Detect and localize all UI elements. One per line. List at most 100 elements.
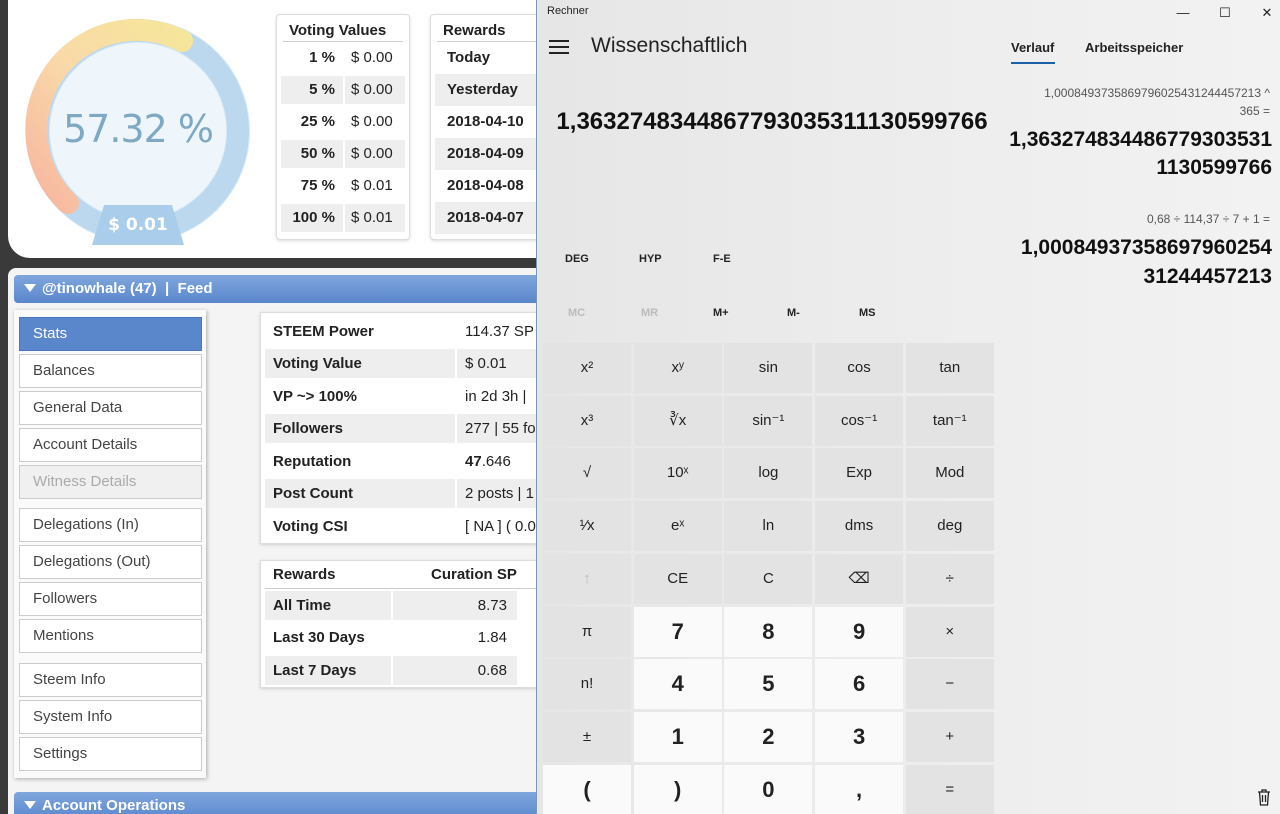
memory-subtract-button[interactable]: M- [787,307,800,319]
sidebar-item-steem-info[interactable]: Steem Info [19,663,202,697]
tab-memory[interactable]: Arbeitsspeicher [1085,40,1183,55]
history-result[interactable]: 1,363274834486779303531 [1009,126,1272,154]
cube-button[interactable]: x³ [543,395,631,446]
dms-button[interactable]: dms [815,501,904,552]
digit-5-button[interactable]: 5 [724,659,813,710]
account-operations-label[interactable]: Account Operations [42,797,185,814]
table-row: VP ~> 100% in 2d 3h | [265,380,540,413]
vote-value: $ 0.00 [351,113,393,130]
title-bar[interactable]: Rechner — ☐ ✕ [537,0,1280,26]
digit-9-button[interactable]: 9 [815,606,904,657]
plus-minus-button[interactable]: ± [543,711,631,762]
table-row: Post Count 2 posts | 1 [265,478,540,511]
arcsin-button[interactable]: sin⁻¹ [724,395,813,446]
sin-button[interactable]: sin [724,343,813,393]
digit-2-button[interactable]: 2 [724,711,813,762]
digit-4-button[interactable]: 4 [633,659,722,710]
memory-clear-button: MC [568,307,586,319]
account-operations-bar[interactable]: Account Operations [14,792,540,814]
close-button[interactable]: ✕ [1245,0,1280,26]
history-result[interactable]: 1,00084937358697960254 [1021,234,1272,262]
factorial-button[interactable]: n! [543,659,631,710]
sidebar-item-followers[interactable]: Followers [19,582,202,616]
sidebar-item-witness-details[interactable]: Witness Details [19,465,202,499]
mode-button-f-e[interactable]: F-E [713,253,731,265]
memory-store-button[interactable]: MS [859,307,876,319]
table-row: Voting CSI [ NA ] ( 0.0 [265,510,540,543]
stat-label: VP ~> 100% [273,387,357,405]
equals-button[interactable]: = [905,764,994,814]
pi-button[interactable]: π [543,606,631,657]
minus-button[interactable]: − [905,659,994,710]
sidebar-item-system-info[interactable]: System Info [19,700,202,734]
cos-button[interactable]: cos [815,343,904,393]
arctan-button[interactable]: tan⁻¹ [905,395,994,446]
digit-3-button[interactable]: 3 [815,711,904,762]
tan-button[interactable]: tan [905,343,994,393]
feed-user[interactable]: @tinowhale (47) [42,280,157,297]
mode-button-hyp[interactable]: HYP [639,253,662,265]
shift-up-button[interactable]: ↑ [543,553,631,604]
digit-0-button[interactable]: 0 [724,764,813,814]
trash-icon[interactable] [1256,788,1272,806]
calculator-mode-title: Wissenschaftlich [591,34,748,57]
sidebar-item-delegations-in[interactable]: Delegations (In) [19,508,202,542]
exp-button[interactable]: Exp [815,448,904,499]
digit-7-button[interactable]: 7 [633,606,722,657]
memory-add-button[interactable]: M+ [713,307,729,319]
history-expression[interactable]: 0,68 ÷ 114,37 ÷ 7 + 1 = [1147,212,1270,226]
tab-history[interactable]: Verlauf [1011,40,1055,64]
table-row: 25 % $ 0.00 [281,106,405,138]
ln-button[interactable]: ln [724,501,813,552]
plus-button[interactable]: + [905,711,994,762]
ten-power-button[interactable]: 10ˣ [633,448,722,499]
clear-button[interactable]: C [724,553,813,604]
clear-entry-button[interactable]: CE [633,553,722,604]
history-expression[interactable]: 365 = [1240,104,1270,118]
sidebar-item-balances[interactable]: Balances [19,354,202,388]
sidebar-item-settings[interactable]: Settings [19,737,202,771]
open-paren-button[interactable]: ( [543,764,631,814]
history-result[interactable]: 1130599766 [1156,154,1272,182]
multiply-button[interactable]: × [905,606,994,657]
table-row: 5 % $ 0.00 [281,74,405,106]
sidebar-item-account-details[interactable]: Account Details [19,428,202,462]
cube-root-button[interactable]: ∛x [633,395,722,446]
backspace-button[interactable]: ⌫ [815,553,904,604]
decimal-button[interactable]: , [815,764,904,814]
digit-8-button[interactable]: 8 [724,606,813,657]
feed-bar[interactable]: @tinowhale (47) | Feed [14,275,540,303]
divide-button[interactable]: ÷ [905,553,994,604]
stat-value: in 2d 3h | [465,387,527,405]
power-button[interactable]: xʸ [633,343,722,393]
square-button[interactable]: x² [543,343,631,393]
history-result[interactable]: 31244457213 [1144,263,1272,291]
history-expression[interactable]: 1,0008493735869796025431244457213 ^ [1044,86,1270,100]
sidebar-item-mentions[interactable]: Mentions [19,619,202,653]
digit-1-button[interactable]: 1 [633,711,722,762]
e-power-button[interactable]: eˣ [633,501,722,552]
table-row: Last 7 Days 0.68 [265,654,540,687]
vote-percent: 1 % [309,49,335,66]
maximize-button[interactable]: ☐ [1203,0,1247,26]
collapse-triangle-icon[interactable] [24,284,36,292]
table-row: STEEM Power 114.37 SP [265,315,540,348]
sidebar-item-stats[interactable]: Stats [19,317,202,351]
rewards-date-table: Rewards Today Yesterday 2018-04-10 2018-04-… [430,14,540,240]
sqrt-button[interactable]: √ [543,448,631,499]
deg-button[interactable]: deg [905,501,994,552]
hamburger-menu-icon[interactable] [549,40,569,56]
collapse-triangle-icon[interactable] [24,801,36,809]
feed-link[interactable]: Feed [178,280,213,297]
reciprocal-button[interactable]: ¹⁄x [543,501,631,552]
minimize-button[interactable]: — [1161,0,1205,26]
sidebar-item-general-data[interactable]: General Data [19,391,202,425]
digit-6-button[interactable]: 6 [815,659,904,710]
arccos-button[interactable]: cos⁻¹ [815,395,904,446]
close-paren-button[interactable]: ) [633,764,722,814]
mod-button[interactable]: Mod [905,448,994,499]
mode-button-deg[interactable]: DEG [565,253,589,265]
sidebar-item-delegations-out[interactable]: Delegations (Out) [19,545,202,579]
table-row: Reputation 47.646 [265,445,540,478]
log-button[interactable]: log [724,448,813,499]
